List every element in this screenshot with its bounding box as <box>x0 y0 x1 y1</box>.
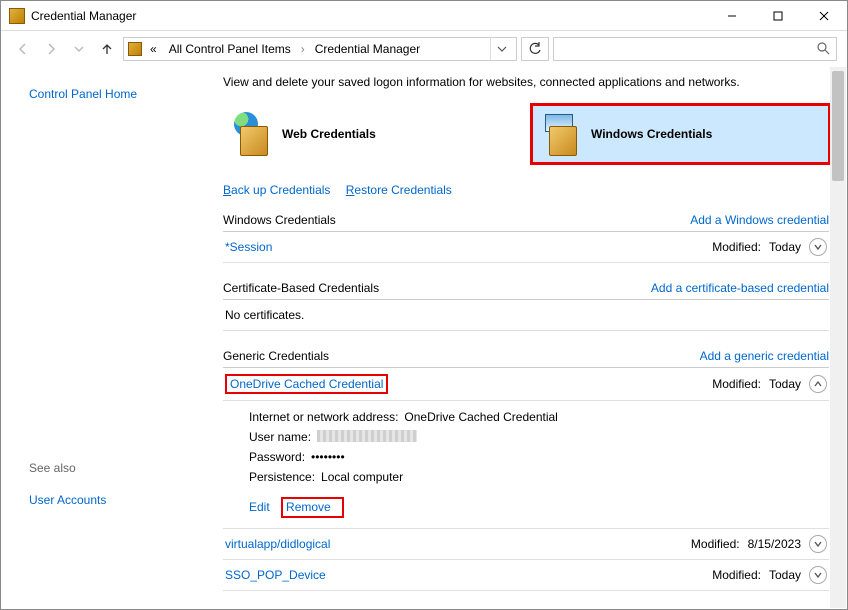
web-credentials-label: Web Credentials <box>282 127 376 141</box>
modified-label: Modified: <box>691 537 740 551</box>
add-generic-credential-link[interactable]: Add a generic credential <box>700 349 829 363</box>
breadcrumb-sep: › <box>299 42 307 56</box>
credential-name[interactable]: virtualapp/didlogical <box>225 537 330 551</box>
credential-details: Internet or network address: OneDrive Ca… <box>223 401 829 528</box>
minimize-button[interactable] <box>709 1 755 31</box>
expand-button[interactable] <box>809 535 827 553</box>
edit-credential-link[interactable]: Edit <box>249 500 270 514</box>
generic-credentials-section-head: Generic Credentials Add a generic creden… <box>223 349 829 368</box>
credential-row[interactable]: *Session Modified: Today <box>223 232 829 263</box>
modified-label: Modified: <box>712 568 761 582</box>
window-title: Credential Manager <box>31 9 709 23</box>
chevron-down-icon <box>74 44 84 54</box>
chevron-up-icon <box>813 379 823 389</box>
credential-name[interactable]: SSO_POP_Device <box>225 568 326 582</box>
password-label: Password: <box>249 450 305 464</box>
address-bar[interactable]: « All Control Panel Items › Credential M… <box>123 37 517 61</box>
credential-type-tabs: Web Credentials Windows Credentials <box>223 105 829 163</box>
windows-credentials-section-head: Windows Credentials Add a Windows creden… <box>223 213 829 232</box>
username-label: User name: <box>249 430 311 444</box>
up-button[interactable] <box>95 37 119 61</box>
web-credentials-icon <box>234 112 274 156</box>
credential-name: *Session <box>225 240 272 254</box>
close-icon <box>819 11 829 21</box>
section-title: Generic Credentials <box>223 349 329 363</box>
address-dropdown[interactable] <box>490 37 512 61</box>
main-panel: View and delete your saved logon informa… <box>211 67 847 609</box>
section-title: Certificate-Based Credentials <box>223 281 379 295</box>
credential-name-highlighted: OneDrive Cached Credential <box>225 374 388 394</box>
restore-credentials-link[interactable]: Restore Credentials <box>346 183 452 197</box>
remove-highlight: Remove <box>281 497 344 517</box>
sidebar: Control Panel Home See also User Account… <box>1 67 211 609</box>
password-value: •••••••• <box>311 450 345 464</box>
chevron-down-icon <box>813 539 823 549</box>
modified-value: Today <box>769 377 801 391</box>
chevron-down-icon <box>813 242 823 252</box>
vertical-scrollbar[interactable] <box>830 67 846 608</box>
no-certificates-text: No certificates. <box>223 300 829 331</box>
windows-credentials-label: Windows Credentials <box>591 127 712 141</box>
minimize-icon <box>727 11 737 21</box>
modified-label: Modified: <box>712 377 761 391</box>
backup-restore-row: Back up Credentials Restore Credentials <box>223 183 829 197</box>
arrow-left-icon <box>16 42 30 56</box>
window-buttons <box>709 1 847 31</box>
search-icon <box>816 41 830 58</box>
scrollbar-thumb[interactable] <box>832 71 844 181</box>
remove-credential-link[interactable]: Remove <box>286 500 331 514</box>
address-label: Internet or network address: <box>249 410 398 424</box>
username-value-redacted <box>317 430 417 442</box>
arrow-up-icon <box>100 42 114 56</box>
control-panel-home-link[interactable]: Control Panel Home <box>29 87 137 101</box>
forward-button[interactable] <box>39 37 63 61</box>
see-also-label: See also <box>29 461 197 475</box>
breadcrumb-item[interactable]: All Control Panel Items <box>165 42 295 56</box>
maximize-icon <box>773 11 783 21</box>
web-credentials-tab[interactable]: Web Credentials <box>223 105 520 163</box>
modified-label: Modified: <box>712 240 761 254</box>
nav-row: « All Control Panel Items › Credential M… <box>1 31 847 67</box>
modified-value: 8/15/2023 <box>748 537 801 551</box>
expand-button[interactable] <box>809 566 827 584</box>
address-value: OneDrive Cached Credential <box>404 410 557 424</box>
persistence-label: Persistence: <box>249 470 315 484</box>
onedrive-credential-name[interactable]: OneDrive Cached Credential <box>230 377 383 391</box>
app-icon <box>9 8 25 24</box>
chevron-down-icon <box>497 44 507 54</box>
breadcrumb-item[interactable]: Credential Manager <box>311 42 424 56</box>
close-button[interactable] <box>801 1 847 31</box>
windows-credentials-icon <box>543 112 583 156</box>
backup-credentials-link[interactable]: Back up Credentials <box>223 183 330 197</box>
modified-value: Today <box>769 568 801 582</box>
add-windows-credential-link[interactable]: Add a Windows credential <box>690 213 829 227</box>
location-icon <box>128 42 142 56</box>
arrow-right-icon <box>44 42 58 56</box>
refresh-button[interactable] <box>521 37 549 61</box>
refresh-icon <box>528 42 542 56</box>
credential-row[interactable]: virtualapp/didlogical Modified: 8/15/202… <box>223 529 829 560</box>
maximize-button[interactable] <box>755 1 801 31</box>
expand-button[interactable] <box>809 238 827 256</box>
persistence-value: Local computer <box>321 470 403 484</box>
modified-value: Today <box>769 240 801 254</box>
windows-credentials-tab[interactable]: Windows Credentials <box>532 105 829 163</box>
add-cert-credential-link[interactable]: Add a certificate-based credential <box>651 281 829 295</box>
credential-row[interactable]: SSO_POP_Device Modified: Today <box>223 560 829 591</box>
recent-dropdown[interactable] <box>67 37 91 61</box>
back-button[interactable] <box>11 37 35 61</box>
search-box[interactable] <box>553 37 837 61</box>
chevron-down-icon <box>813 570 823 580</box>
breadcrumb-prefix: « <box>146 42 161 56</box>
content-area: Control Panel Home See also User Account… <box>1 67 847 609</box>
titlebar: Credential Manager <box>1 1 847 31</box>
collapse-button[interactable] <box>809 375 827 393</box>
credential-row-expanded[interactable]: OneDrive Cached Credential Modified: Tod… <box>223 368 829 401</box>
user-accounts-link[interactable]: User Accounts <box>29 493 106 507</box>
intro-text: View and delete your saved logon informa… <box>223 75 829 89</box>
search-input[interactable] <box>560 41 816 57</box>
cert-credentials-section-head: Certificate-Based Credentials Add a cert… <box>223 281 829 300</box>
section-title: Windows Credentials <box>223 213 336 227</box>
credential-actions: Edit Remove <box>249 487 827 517</box>
